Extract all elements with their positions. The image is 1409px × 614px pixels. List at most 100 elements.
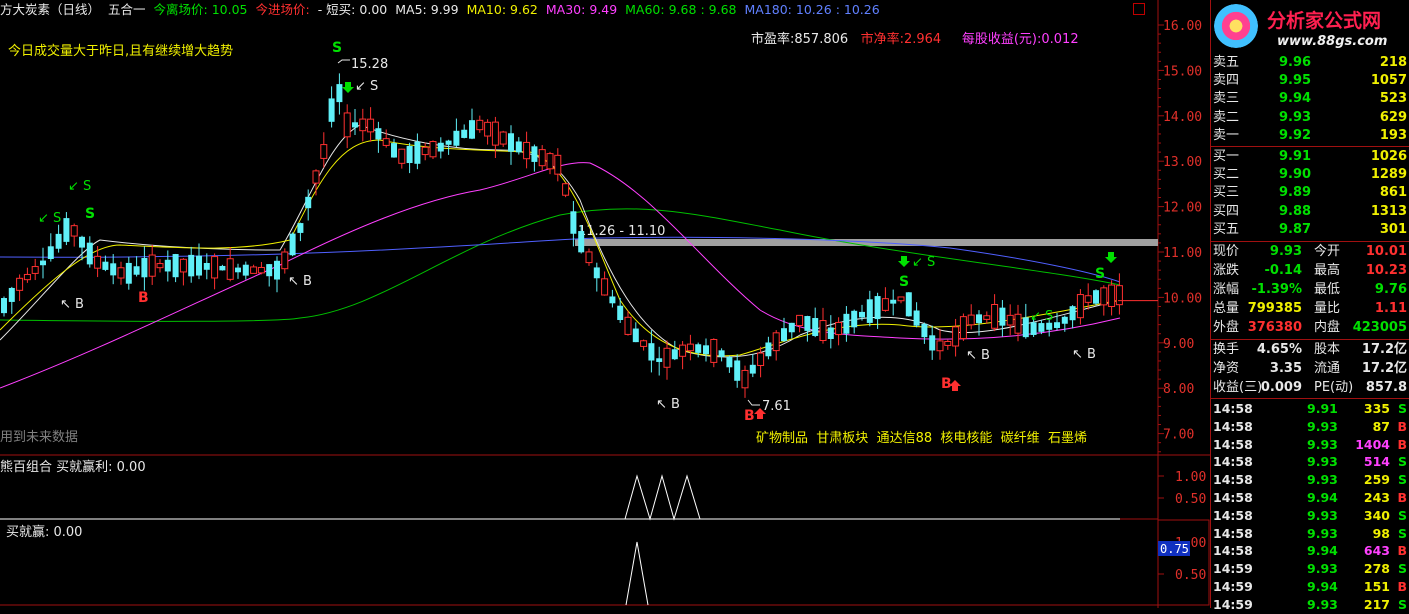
candle-body	[188, 254, 195, 277]
tick-volume: 217	[1363, 596, 1390, 612]
quote-panel: 分析家公式网 www.88gs.com 卖五 9.96 218 卖四 9.95 …	[1210, 0, 1409, 612]
candle-body	[632, 328, 639, 343]
sell-signal: S	[332, 40, 342, 56]
bid-row: 买五 9.87 301	[1211, 221, 1409, 239]
ma10-label: MA10:	[466, 2, 507, 17]
candle-body	[55, 233, 62, 249]
candle-body	[445, 140, 452, 145]
candle-body	[1, 298, 7, 314]
buy-signal: B	[744, 408, 755, 424]
candle-body	[1022, 317, 1029, 338]
candle-body	[375, 128, 382, 140]
candle-body	[461, 129, 468, 138]
bid-price: 9.89	[1279, 185, 1312, 201]
ask-row: 卖一 9.92 193	[1211, 127, 1409, 145]
ask-volume: 193	[1379, 127, 1407, 143]
kline-chart[interactable]: 16.00 15.00 14.00 13.00 12.00 11.00 10.00 9.00 8…	[0, 0, 1210, 608]
stat-value: 9.93	[1269, 244, 1302, 259]
ask-label: 卖三	[1213, 91, 1240, 107]
tick-side: S	[1397, 472, 1407, 488]
candle-body	[352, 122, 358, 128]
concept-tag[interactable]: 石墨烯	[1048, 431, 1087, 446]
ask-row: 卖四 9.95 1057	[1211, 72, 1409, 90]
stat-value: -0.14	[1264, 263, 1302, 278]
logo-url: www.88gs.com	[1277, 34, 1388, 49]
chart-area[interactable]: 16.00 15.00 14.00 13.00 12.00 11.00 10.00 9.00 8…	[0, 0, 1409, 608]
candle-body	[476, 119, 484, 131]
candle-body	[554, 154, 562, 175]
candle-body	[16, 277, 24, 291]
bid-volume: 861	[1379, 185, 1407, 201]
candle-body	[562, 183, 570, 196]
tick-row: 14:58 9.93 87 B	[1211, 418, 1409, 436]
candle-body	[1069, 306, 1076, 321]
candle-body	[1030, 322, 1037, 335]
candle-body	[991, 304, 999, 329]
ask-row: 卖二 9.93 629	[1211, 109, 1409, 127]
candle-body	[1038, 323, 1045, 332]
tick-time: 14:59	[1213, 579, 1253, 594]
candle-body	[257, 266, 265, 274]
concept-tag[interactable]: 核电核能	[940, 431, 992, 446]
stat-label: 现价	[1213, 244, 1240, 259]
candle-body	[491, 121, 499, 146]
sell-arrow-label: ↙ S	[912, 255, 935, 270]
ma180-label: MA180:	[744, 2, 792, 17]
candle-body	[110, 263, 117, 276]
tick-volume: 278	[1363, 561, 1390, 577]
candle-body	[679, 344, 687, 357]
candle-body	[499, 131, 507, 145]
tick-row: 14:58 9.91 335 S	[1211, 400, 1409, 418]
stat-row: 换手 4.65% 股本 17.2亿	[1211, 341, 1409, 359]
candle-body	[274, 260, 280, 280]
ask-row: 卖三 9.94 523	[1211, 90, 1409, 108]
candle-body	[952, 326, 960, 347]
candle-body	[546, 153, 554, 170]
candle-body	[125, 262, 132, 284]
candle-body	[796, 314, 804, 327]
concept-tag[interactable]: 碳纤维	[1001, 431, 1040, 446]
concept-tag[interactable]: 甘肃板块	[816, 431, 868, 446]
tick-price: 9.91	[1307, 401, 1338, 416]
candle-body	[913, 310, 920, 326]
candle-body	[23, 273, 31, 281]
candle-body	[874, 296, 881, 320]
stat-value: 0.009	[1260, 380, 1302, 395]
logo-text: 分析家公式网	[1267, 10, 1382, 32]
candle-body	[851, 310, 858, 328]
bid-label: 买三	[1213, 185, 1240, 201]
candle-body	[741, 369, 749, 389]
close-box-icon[interactable]	[1133, 3, 1145, 15]
concept-tag[interactable]: 矿物制品	[756, 431, 808, 446]
buy-arrow-label: ↖ B	[1072, 347, 1096, 362]
candle-body	[70, 225, 78, 237]
ma5-value: 9.99	[430, 2, 459, 17]
candle-body	[640, 340, 648, 347]
ma60-value-b: 9.68	[708, 2, 737, 17]
candle-body	[804, 316, 811, 331]
candle-body	[999, 307, 1006, 326]
stat-label: 外盘	[1213, 320, 1240, 335]
candle-body	[959, 316, 967, 340]
stat-label: 净资	[1213, 361, 1240, 376]
tick-row: 14:58 9.93 98 S	[1211, 525, 1409, 543]
concept-tag[interactable]: 通达信88	[877, 431, 933, 446]
candle-body	[484, 121, 492, 137]
candle-body	[1061, 316, 1068, 324]
bid-row: 买三 9.89 861	[1211, 184, 1409, 202]
candle-body	[929, 335, 936, 351]
sub2-signal-line	[625, 541, 649, 606]
candle-body	[179, 258, 187, 273]
candle-body	[570, 211, 577, 234]
candle-body	[141, 258, 148, 278]
candle-body	[31, 266, 39, 274]
tick-volume: 335	[1363, 401, 1390, 416]
price-axis-label: 12.00	[1163, 201, 1202, 216]
tick-row: 14:58 9.93 259 S	[1211, 471, 1409, 489]
ma180-value: 10.26	[795, 2, 832, 17]
tick-price: 9.93	[1307, 472, 1338, 488]
pe-value: 857.806	[794, 32, 849, 47]
candle-body	[812, 318, 819, 336]
candle-body	[1093, 290, 1099, 304]
candle-body	[648, 343, 655, 361]
